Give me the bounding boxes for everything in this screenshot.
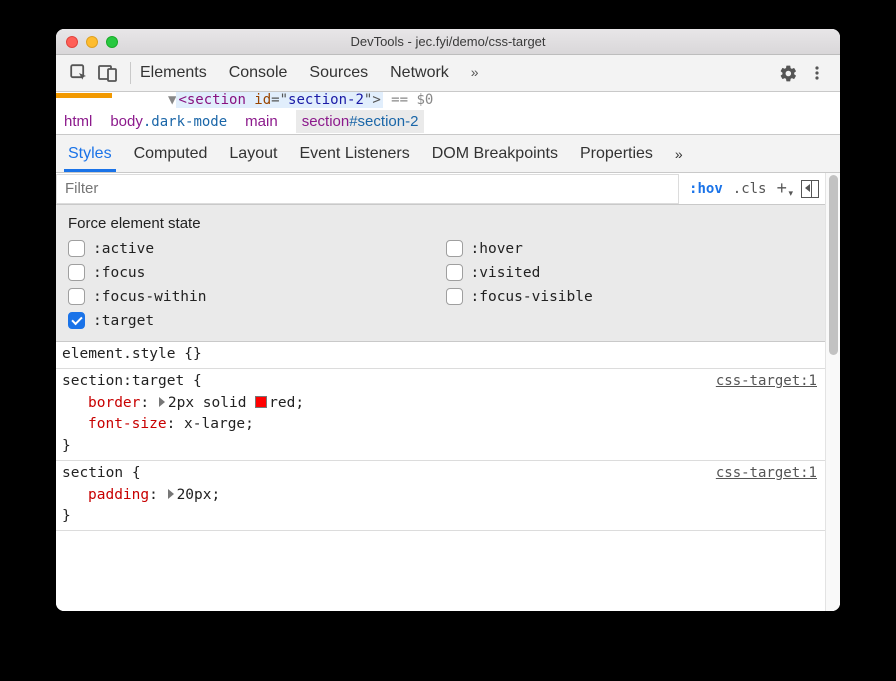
selector[interactable]: section: [62, 465, 123, 481]
state-checkbox-focus[interactable]: :focus: [68, 264, 436, 281]
styles-pane: :hov .cls +▾ Force element state :active…: [56, 173, 840, 611]
property[interactable]: padding: [88, 487, 149, 503]
traffic-lights: [66, 36, 118, 48]
checkbox-icon[interactable]: [446, 240, 463, 257]
device-toggle-icon[interactable]: [95, 60, 121, 86]
tab-console[interactable]: Console: [229, 64, 288, 82]
close-icon[interactable]: [66, 36, 78, 48]
devtools-window: DevTools - jec.fyi/demo/css-target Eleme…: [56, 29, 840, 611]
main-toolbar: Elements Console Sources Network »: [56, 55, 840, 92]
value[interactable]: 20px;: [177, 487, 221, 503]
checkbox-icon[interactable]: [68, 288, 85, 305]
more-subtabs-icon[interactable]: »: [675, 146, 683, 162]
value[interactable]: 2px solid red;: [168, 395, 304, 411]
state-checkbox-target[interactable]: :target: [68, 312, 436, 329]
window-title: DevTools - jec.fyi/demo/css-target: [56, 34, 840, 49]
state-label: :focus-visible: [471, 289, 593, 305]
value[interactable]: x-large;: [184, 416, 254, 432]
breadcrumb-item-selected[interactable]: section#section-2: [296, 110, 425, 133]
state-checkbox-focus-visible[interactable]: :focus-visible: [446, 288, 814, 305]
minimize-icon[interactable]: [86, 36, 98, 48]
checkbox-icon[interactable]: [68, 240, 85, 257]
dom-tag: <section: [178, 92, 245, 108]
state-checkbox-visited[interactable]: :visited: [446, 264, 814, 281]
state-checkbox-active[interactable]: :active: [68, 240, 436, 257]
state-label: :active: [93, 241, 154, 257]
scrollbar-thumb[interactable]: [829, 175, 838, 355]
expand-triangle-icon[interactable]: [168, 489, 174, 499]
scrollbar[interactable]: [825, 173, 840, 611]
breadcrumb-item[interactable]: main: [245, 113, 278, 130]
more-tabs-icon[interactable]: »: [471, 64, 479, 82]
breadcrumb: html body.dark-mode main section#section…: [56, 108, 840, 135]
source-link[interactable]: css-target:1: [716, 371, 817, 392]
state-label: :hover: [471, 241, 523, 257]
tab-sources[interactable]: Sources: [309, 64, 368, 82]
panel-tabs: Elements Console Sources Network »: [140, 64, 479, 82]
css-rule[interactable]: css-target:1section:target {border: 2px …: [56, 369, 825, 461]
filter-row: :hov .cls +▾: [56, 173, 825, 205]
gear-icon[interactable]: [775, 60, 801, 86]
toolbar-divider: [130, 62, 131, 84]
filter-input[interactable]: [56, 174, 679, 204]
titlebar: DevTools - jec.fyi/demo/css-target: [56, 29, 840, 55]
force-state-title: Force element state: [68, 215, 813, 232]
tab-properties[interactable]: Properties: [580, 145, 653, 163]
state-label: :focus: [93, 265, 145, 281]
declaration[interactable]: border: 2px solid red;: [62, 393, 819, 415]
source-link[interactable]: css-target:1: [716, 463, 817, 484]
panel-toggle-icon[interactable]: [801, 180, 819, 198]
new-rule-icon[interactable]: +▾: [776, 178, 791, 199]
hov-toggle[interactable]: :hov: [689, 181, 723, 197]
tab-dom-breakpoints[interactable]: DOM Breakpoints: [432, 145, 558, 163]
state-label: :target: [93, 313, 154, 329]
declaration[interactable]: padding: 20px;: [62, 485, 819, 507]
tab-event-listeners[interactable]: Event Listeners: [299, 145, 409, 163]
state-checkbox-hover[interactable]: :hover: [446, 240, 814, 257]
orange-indicator: [56, 93, 112, 98]
cls-toggle[interactable]: .cls: [733, 181, 767, 197]
zoom-icon[interactable]: [106, 36, 118, 48]
tab-elements[interactable]: Elements: [140, 64, 207, 82]
kebab-icon[interactable]: [804, 60, 830, 86]
tab-network[interactable]: Network: [390, 64, 449, 82]
property[interactable]: border: [88, 395, 140, 411]
state-label: :visited: [471, 265, 541, 281]
color-chip-icon[interactable]: [255, 396, 267, 408]
sidebar-tabs: Styles Computed Layout Event Listeners D…: [56, 135, 840, 173]
breadcrumb-item[interactable]: body.dark-mode: [110, 113, 227, 130]
expand-triangle-icon[interactable]: [159, 397, 165, 407]
selector[interactable]: section:target: [62, 373, 184, 389]
checkbox-icon[interactable]: [446, 288, 463, 305]
tab-layout[interactable]: Layout: [229, 145, 277, 163]
property[interactable]: font-size: [88, 416, 167, 432]
state-checkbox-focus-within[interactable]: :focus-within: [68, 288, 436, 305]
inspect-icon[interactable]: [66, 60, 92, 86]
tab-styles[interactable]: Styles: [68, 145, 112, 163]
css-rule[interactable]: css-target:1section {padding: 20px;}: [56, 461, 825, 531]
state-label: :focus-within: [93, 289, 207, 305]
checkbox-icon[interactable]: [446, 264, 463, 281]
css-rule[interactable]: element.style {}: [56, 342, 825, 369]
checkbox-icon[interactable]: [68, 264, 85, 281]
selector[interactable]: element.style: [62, 346, 176, 362]
tab-computed[interactable]: Computed: [134, 145, 208, 163]
checkbox-checked-icon[interactable]: [68, 312, 85, 329]
breadcrumb-item[interactable]: html: [64, 113, 92, 130]
dom-line[interactable]: ▼<section id="section-2"> == $0: [56, 92, 840, 108]
declaration[interactable]: font-size: x-large;: [62, 414, 819, 436]
force-state-panel: Force element state :active :hover :focus:…: [56, 205, 825, 342]
